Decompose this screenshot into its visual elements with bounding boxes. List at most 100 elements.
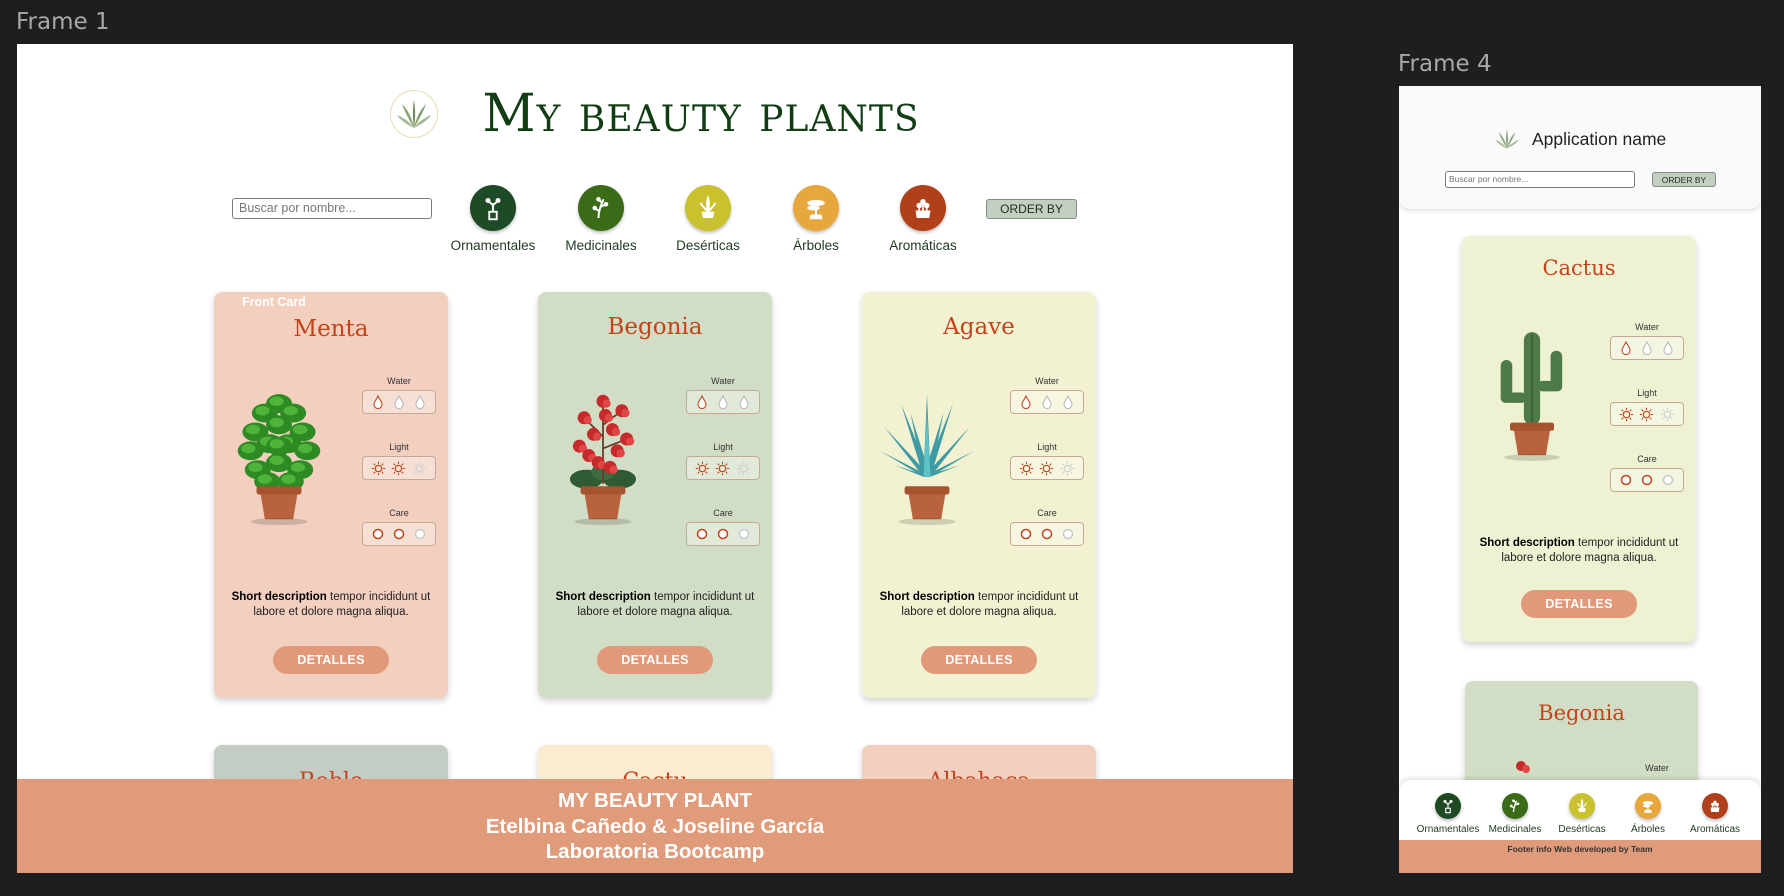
care-ring-icon: [1641, 474, 1653, 486]
light-label: Light: [1037, 442, 1057, 452]
frame-4-label: Frame 4: [1398, 51, 1492, 77]
water-label: Water: [1035, 376, 1059, 386]
logo-icon: [1495, 129, 1519, 149]
care-label: Care: [1037, 508, 1057, 518]
desert-icon[interactable]: [1569, 793, 1595, 819]
category-4[interactable]: Árboles: [761, 185, 871, 253]
care-rating: [686, 522, 760, 546]
mobile-category-3[interactable]: Desérticas: [1546, 793, 1618, 835]
care-ring-icon: [1021, 528, 1032, 540]
mobile-category-4[interactable]: Árboles: [1612, 793, 1684, 835]
water-rating: [1010, 390, 1084, 414]
mobile-header: Application name Buscar por nombre... OR…: [1399, 86, 1761, 209]
details-button[interactable]: DETALLES: [921, 646, 1037, 674]
category-label: Árboles: [793, 238, 839, 253]
water-rating: [686, 390, 760, 414]
short-description: Short description tempor incididunt ut l…: [224, 590, 438, 620]
sun-icon: [371, 461, 386, 475]
care-ring-icon: [1062, 528, 1073, 540]
short-description: Short description tempor incididunt ut l…: [872, 590, 1086, 620]
details-button[interactable]: DETALLES: [1521, 590, 1637, 618]
sun-icon: [392, 461, 406, 475]
water-drop-icon: [394, 395, 404, 409]
care-ring-icon: [697, 528, 708, 540]
mobile-category-5[interactable]: Aromáticas: [1679, 793, 1751, 835]
plant-name: Menta: [293, 316, 369, 342]
water-label: Water: [1645, 763, 1669, 773]
water-rating: [1610, 336, 1684, 360]
sun-icon: [1640, 407, 1654, 421]
details-button[interactable]: DETALLES: [273, 646, 389, 674]
plant-name: Begonia: [607, 314, 703, 340]
water-drop-icon: [1663, 341, 1673, 355]
category-label: Medicinales: [565, 238, 637, 253]
desert-icon[interactable]: [685, 185, 731, 231]
aromatic-icon[interactable]: [900, 185, 946, 231]
site-title: My beauty plants: [482, 84, 920, 144]
footer-line-1: MY BEAUTY PLANT: [557, 789, 752, 812]
light-label: Light: [389, 442, 409, 452]
mobile-search-input[interactable]: Buscar por nombre...: [1445, 171, 1635, 188]
medicinal-icon[interactable]: [1502, 793, 1528, 819]
light-rating: [1610, 402, 1684, 426]
tree-icon[interactable]: [793, 185, 839, 231]
sun-icon: [695, 461, 710, 475]
description-bold: Short description: [555, 591, 651, 603]
sun-icon: [412, 461, 427, 475]
water-drop-icon: [1042, 395, 1052, 409]
description-bold: Short description: [879, 591, 975, 603]
care-ring-icon: [1621, 474, 1632, 486]
plant-name: Agave: [943, 314, 1015, 340]
category-label: Ornamentales: [1416, 824, 1480, 835]
tree-icon[interactable]: [1635, 793, 1661, 819]
water-drop-icon: [415, 395, 425, 409]
footer-line-3: Laboratoria Bootcamp: [545, 840, 765, 863]
care-ring-icon: [373, 528, 384, 540]
category-5[interactable]: Aromáticas: [868, 185, 978, 253]
care-ring-icon: [738, 528, 749, 540]
plant-card-3: Agave Water Light Care Short description tem…: [862, 292, 1096, 698]
category-label: Desérticas: [1558, 824, 1606, 835]
sun-icon: [716, 461, 730, 475]
category-2[interactable]: Medicinales: [546, 185, 656, 253]
mobile-order-by-button[interactable]: ORDER BY: [1652, 172, 1716, 187]
mobile-footer: Footer info Web developed by Team: [1399, 840, 1761, 873]
mobile-category-2[interactable]: Medicinales: [1479, 793, 1551, 835]
care-ring-icon: [414, 528, 425, 540]
water-drop-icon: [1063, 395, 1073, 409]
mobile-plant-card-1: Cactus Water Light Care Short description te…: [1462, 236, 1696, 642]
details-button[interactable]: DETALLES: [597, 646, 713, 674]
mobile-category-1[interactable]: Ornamentales: [1412, 793, 1484, 835]
medicinal-icon[interactable]: [578, 185, 624, 231]
light-rating: [1010, 456, 1084, 480]
category-label: Aromáticas: [1689, 824, 1740, 835]
category-label: Desérticas: [676, 238, 740, 253]
mobile-app-title: Application name: [1494, 128, 1666, 150]
care-ring-icon: [1662, 474, 1673, 486]
aromatic-icon[interactable]: [1702, 793, 1728, 819]
ornamental-icon[interactable]: [1435, 793, 1461, 819]
footer-line-2: Etelbina Cañedo & Joseline García: [485, 814, 825, 838]
care-label: Care: [1637, 454, 1657, 464]
app-name: Application name: [1532, 128, 1667, 149]
water-drop-icon: [697, 395, 707, 409]
water-rating: [362, 390, 436, 414]
category-1[interactable]: Ornamentales: [438, 185, 548, 253]
category-label: Aromáticas: [889, 238, 957, 253]
front-card-label: Front Card: [242, 295, 306, 309]
plant-name: Cactus: [1542, 256, 1616, 280]
sun-icon: [1040, 461, 1054, 475]
search-input[interactable]: Buscar por nombre...: [232, 198, 432, 219]
order-by-button[interactable]: ORDER BY: [986, 199, 1077, 219]
water-label: Water: [711, 376, 735, 386]
cactus-plant-image: [1500, 332, 1563, 461]
water-drop-icon: [718, 395, 728, 409]
care-ring-icon: [717, 528, 729, 540]
water-drop-icon: [1021, 395, 1031, 409]
sun-icon: [736, 461, 751, 475]
ornamental-icon[interactable]: [470, 185, 516, 231]
category-3[interactable]: Desérticas: [653, 185, 763, 253]
logo-icon: [390, 90, 439, 138]
sun-icon: [1619, 407, 1634, 421]
plant-name: Begonia: [1538, 701, 1625, 725]
